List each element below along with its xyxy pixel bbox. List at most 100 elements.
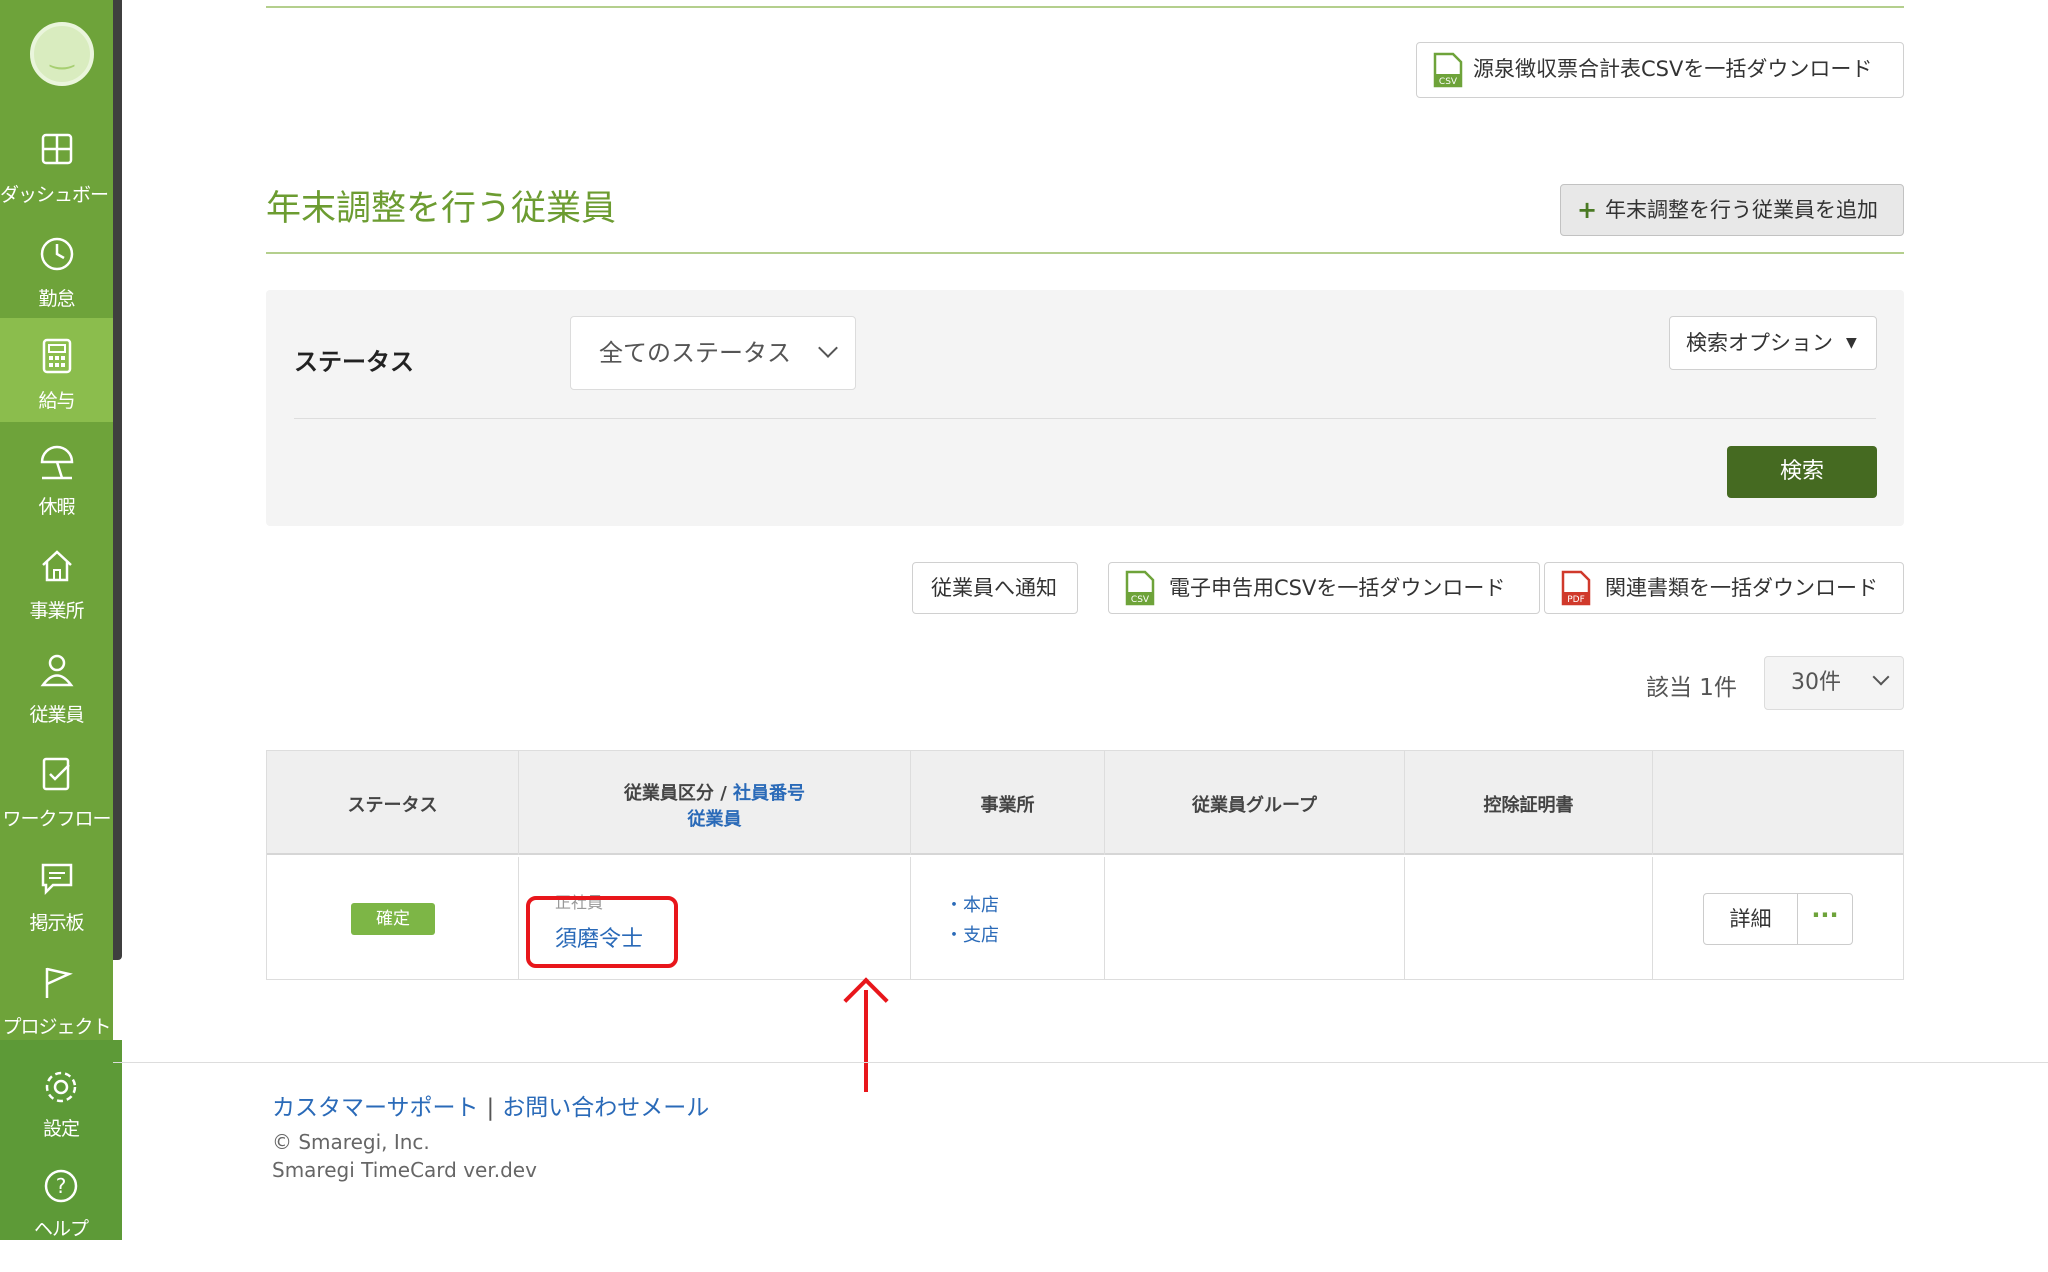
page-title: 年末調整を行う従業員 bbox=[266, 189, 617, 229]
button-label: 電子申告用CSVを一括ダウンロード bbox=[1169, 576, 1506, 600]
office-link[interactable]: ・支店 bbox=[945, 921, 999, 947]
sidebar-scrollbar[interactable] bbox=[113, 0, 122, 960]
office-link[interactable]: ・本店 bbox=[945, 891, 999, 917]
arrow-head-icon bbox=[843, 977, 889, 1023]
button-label: 従業員へ通知 bbox=[931, 576, 1057, 600]
svg-text:CSV: CSV bbox=[1131, 595, 1150, 605]
detail-button[interactable]: 詳細 bbox=[1704, 894, 1798, 944]
home-icon bbox=[0, 548, 113, 588]
caret-down-icon: ▼ bbox=[1846, 335, 1857, 351]
search-options-button[interactable]: 検索オプション ▼ bbox=[1669, 316, 1877, 370]
csv-file-icon: CSV bbox=[1433, 52, 1463, 88]
sidebar-item-leave[interactable]: 休暇 bbox=[0, 424, 113, 528]
divider bbox=[294, 418, 1876, 419]
group-cell bbox=[1105, 857, 1405, 979]
divider bbox=[266, 252, 1904, 254]
copyright: © Smaregi, Inc. bbox=[272, 1130, 430, 1154]
sidebar-item-project[interactable]: プロジェクト bbox=[0, 944, 113, 1048]
column-header-deduction: 控除証明書 bbox=[1405, 751, 1653, 855]
smiley-icon: ‿ bbox=[50, 37, 74, 70]
column-header-status: ステータス bbox=[267, 751, 519, 855]
clock-icon bbox=[0, 236, 113, 276]
sidebar-item-label: 休暇 bbox=[38, 496, 75, 518]
help-icon: ? bbox=[0, 1168, 122, 1208]
chevron-down-icon bbox=[818, 338, 838, 358]
sidebar-item-label: ダッシュボード bbox=[0, 184, 127, 206]
customer-support-link[interactable]: カスタマーサポート bbox=[272, 1095, 479, 1121]
pdf-file-icon: PDF bbox=[1561, 570, 1591, 606]
column-header-employee: 従業員区分 / 社員番号 従業員 bbox=[519, 751, 911, 855]
header-slash: / bbox=[713, 783, 734, 804]
sidebar-item-label: 事業所 bbox=[29, 600, 84, 622]
svg-text:CSV: CSV bbox=[1439, 77, 1458, 87]
header-label: 従業員区分 / 社員番号 bbox=[519, 779, 910, 805]
sidebar-item-label: 設定 bbox=[42, 1118, 80, 1140]
gear-icon bbox=[0, 1068, 122, 1108]
header-employee-type: 従業員区分 bbox=[623, 783, 714, 804]
sidebar-item-bulletin[interactable]: 掲示板 bbox=[0, 840, 113, 944]
flag-icon bbox=[0, 964, 113, 1004]
deduction-cell bbox=[1405, 857, 1653, 979]
calculator-icon bbox=[0, 338, 113, 378]
svg-text:PDF: PDF bbox=[1567, 595, 1585, 605]
search-button[interactable]: 検索 bbox=[1727, 446, 1877, 498]
etax-csv-download-button[interactable]: CSV 電子申告用CSVを一括ダウンロード bbox=[1108, 562, 1540, 614]
table-row: 確定 正社員 須磨令士 ・本店 ・支店 詳細 ··· bbox=[267, 857, 1903, 979]
office-cell: ・本店 ・支店 bbox=[911, 857, 1105, 979]
withholding-csv-download-button[interactable]: CSV 源泉徴収票合計表CSVを一括ダウンロード bbox=[1416, 42, 1904, 98]
actions-cell: 詳細 ··· bbox=[1653, 857, 1903, 979]
sidebar-bottom: 設定 ? ヘルプ bbox=[0, 1040, 122, 1240]
footer-links: カスタマーサポート | お問い合わせメール bbox=[272, 1088, 709, 1122]
column-header-office: 事業所 bbox=[911, 751, 1105, 855]
search-panel: ステータス 全てのステータス 検索オプション ▼ 検索 bbox=[266, 290, 1904, 526]
sidebar-item-workflow[interactable]: ワークフロー bbox=[0, 736, 113, 840]
person-icon bbox=[0, 652, 113, 692]
header-label: 事業所 bbox=[980, 795, 1035, 816]
sidebar-item-attendance[interactable]: 勤怠 bbox=[0, 216, 113, 320]
chevron-down-icon bbox=[1872, 668, 1890, 686]
sidebar-item-office[interactable]: 事業所 bbox=[0, 528, 113, 632]
sidebar-item-label: プロジェクト bbox=[2, 1016, 111, 1038]
select-value: 全てのステータス bbox=[599, 339, 791, 367]
app-logo[interactable]: ‿ bbox=[30, 22, 94, 86]
separator: | bbox=[486, 1095, 495, 1121]
footer: カスタマーサポート | お問い合わせメール © Smaregi, Inc. Smar… bbox=[272, 1088, 709, 1182]
select-value: 30件 bbox=[1791, 670, 1841, 695]
beach-umbrella-icon bbox=[0, 444, 113, 484]
column-header-actions bbox=[1653, 751, 1903, 855]
notify-employees-button[interactable]: 従業員へ通知 bbox=[912, 562, 1078, 614]
row-actions: 詳細 ··· bbox=[1703, 893, 1853, 945]
related-docs-download-button[interactable]: PDF 関連書類を一括ダウンロード bbox=[1544, 562, 1904, 614]
highlight-box bbox=[526, 896, 678, 968]
csv-file-icon: CSV bbox=[1125, 570, 1155, 606]
checklist-icon bbox=[0, 756, 113, 796]
sidebar-item-help[interactable]: ? ヘルプ bbox=[0, 1168, 122, 1272]
dashboard-icon bbox=[0, 132, 113, 172]
contact-mail-link[interactable]: お問い合わせメール bbox=[502, 1095, 709, 1121]
plus-icon: + bbox=[1577, 196, 1598, 224]
sidebar-item-label: ヘルプ bbox=[33, 1218, 89, 1240]
add-employee-button[interactable]: + 年末調整を行う従業員を追加 bbox=[1560, 184, 1904, 236]
sort-employee-link[interactable]: 従業員 bbox=[519, 805, 910, 831]
status-select[interactable]: 全てのステータス bbox=[570, 316, 856, 390]
sidebar-item-label: ワークフロー bbox=[2, 808, 111, 830]
header-label: ステータス bbox=[347, 795, 438, 816]
column-header-group: 従業員グループ bbox=[1105, 751, 1405, 855]
more-options-button[interactable]: ··· bbox=[1798, 894, 1852, 944]
button-label: 検索オプション bbox=[1686, 331, 1833, 355]
per-page-select[interactable]: 30件 bbox=[1764, 656, 1904, 710]
button-label: 源泉徴収票合計表CSVを一括ダウンロード bbox=[1473, 57, 1873, 81]
header-label: 従業員グループ bbox=[1192, 795, 1317, 816]
sidebar-item-label: 給与 bbox=[38, 390, 75, 412]
button-label: 関連書類を一括ダウンロード bbox=[1605, 576, 1878, 600]
sidebar-item-label: 掲示板 bbox=[29, 912, 84, 934]
sidebar-item-employees[interactable]: 従業員 bbox=[0, 632, 113, 736]
sidebar-item-settings[interactable]: 設定 bbox=[0, 1064, 122, 1168]
message-icon bbox=[0, 860, 113, 900]
header-label: 控除証明書 bbox=[1483, 795, 1574, 816]
sidebar-item-label: 従業員 bbox=[29, 704, 84, 726]
status-badge: 確定 bbox=[351, 903, 435, 935]
sidebar-item-dashboard[interactable]: ダッシュボード bbox=[0, 112, 127, 216]
sort-employee-number-link[interactable]: 社員番号 bbox=[733, 783, 805, 804]
sidebar-item-payroll[interactable]: 給与 bbox=[0, 318, 113, 422]
